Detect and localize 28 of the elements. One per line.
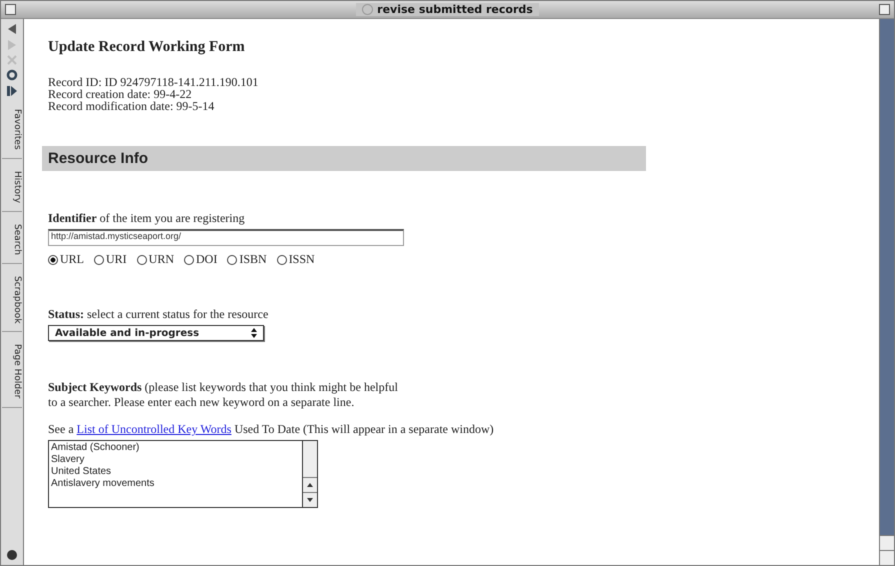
section-heading: Resource Info: [42, 146, 646, 171]
scrollbar[interactable]: [879, 19, 894, 565]
zoom-box[interactable]: [879, 4, 890, 15]
radio-option[interactable]: URI: [94, 252, 127, 267]
input-field[interactable]: http://amistad.mysticseaport.org/: [48, 229, 404, 246]
stepper-icon: [251, 328, 257, 338]
radio-option[interactable]: DOI: [184, 252, 218, 267]
field-label: Subject Keywords (please list keywords that you think might be helpful: [48, 381, 399, 393]
radio-option[interactable]: ISBN: [227, 252, 267, 267]
record-info: Record creation date: 99-4-22: [48, 88, 193, 100]
record-info: Record modification date: 99-5-14: [48, 100, 216, 112]
scroll-down-icon[interactable]: [307, 498, 313, 502]
field-label: to a searcher. Please enter each new keyword on a separate line.: [48, 396, 356, 408]
scroll-up-icon[interactable]: [307, 483, 313, 487]
status-dropdown[interactable]: Available and in-progress: [48, 325, 264, 341]
back-icon[interactable]: [7, 23, 17, 35]
close-box[interactable]: [5, 4, 16, 15]
window-title: revise submitted records: [356, 3, 539, 16]
keywords-textarea[interactable]: Amistad (Schooner) Slavery United States Antislavery movements: [48, 440, 318, 508]
radio-option[interactable]: ISSN: [276, 252, 315, 267]
field-label: Status: select a current status for the resource: [48, 307, 270, 322]
radio-option[interactable]: URN: [136, 252, 174, 267]
keyword-list-link[interactable]: List of Uncontrolled Key Words: [76, 422, 232, 436]
page-heading: Update Record Working Form: [48, 39, 246, 56]
help-text: See a List of Uncontrolled Key Words Used To Date (This will appear in a separate window): [48, 422, 495, 437]
field-label: Identifier of the item you are registering: [48, 211, 246, 226]
record-info: Record ID: ID 924797118-141.211.190.101: [48, 76, 260, 88]
radio-option[interactable]: URL: [48, 252, 84, 267]
